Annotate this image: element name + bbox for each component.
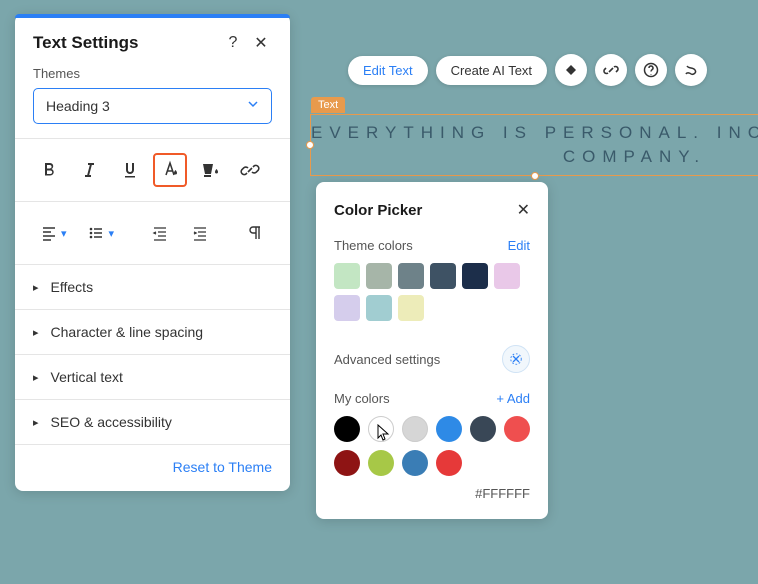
chevron-right-icon: ▸ [33,281,39,294]
underline-button[interactable] [113,153,147,187]
my-color-swatch[interactable] [402,416,428,442]
my-color-swatch[interactable] [368,450,394,476]
list-button[interactable]: ▾ [80,216,121,250]
indent-button[interactable] [183,216,217,250]
collapsible-label: Vertical text [51,369,123,385]
theme-color-swatch[interactable] [430,263,456,289]
my-color-swatch[interactable] [436,450,462,476]
theme-color-swatch[interactable] [494,263,520,289]
theme-swatches [334,263,530,321]
help-icon[interactable] [635,54,667,86]
link-icon[interactable] [595,54,627,86]
my-colors-header: My colors + Add [334,391,530,406]
chevron-down-icon: ▾ [61,227,67,240]
vertical-text-section[interactable]: ▸ Vertical text [15,355,290,399]
theme-color-swatch[interactable] [366,295,392,321]
effects-section[interactable]: ▸ Effects [15,265,290,309]
advanced-settings-row: Advanced settings [334,335,530,383]
resize-handle-bottom[interactable] [531,172,539,180]
my-color-swatch[interactable] [368,416,394,442]
chevron-right-icon: ▸ [33,371,39,384]
collapsible-label: Character & line spacing [51,324,204,340]
link-button[interactable] [233,153,267,187]
color-picker-panel: Color Picker ✕ Theme colors Edit Advance… [316,182,548,519]
collapsible-label: Effects [51,279,94,295]
resize-handle-left[interactable] [306,141,314,149]
create-ai-text-button[interactable]: Create AI Text [436,56,547,85]
theme-select[interactable]: Heading 3 [33,88,272,124]
text-direction-button[interactable] [238,216,272,250]
text-line-2: COMPANY. [311,147,758,167]
theme-color-swatch[interactable] [462,263,488,289]
my-color-swatches [334,416,530,476]
spacing-section[interactable]: ▸ Character & line spacing [15,310,290,354]
my-color-swatch[interactable] [470,416,496,442]
animation-icon[interactable] [555,54,587,86]
edit-text-button[interactable]: Edit Text [348,56,428,85]
chevron-down-icon: ▾ [108,227,114,240]
element-type-tag: Text [311,97,345,113]
picker-title: Color Picker [334,202,422,219]
my-color-swatch[interactable] [334,416,360,442]
align-button[interactable]: ▾ [33,216,74,250]
seo-section[interactable]: ▸ SEO & accessibility [15,400,290,444]
align-row: ▾ ▾ [15,202,290,264]
theme-color-swatch[interactable] [366,263,392,289]
outdent-button[interactable] [143,216,177,250]
add-color-button[interactable]: + Add [496,391,530,406]
my-color-swatch[interactable] [402,450,428,476]
reset-theme-button[interactable]: Reset to Theme [173,459,272,475]
theme-color-swatch[interactable] [398,295,424,321]
bold-button[interactable] [33,153,67,187]
advanced-label: Advanced settings [334,352,440,367]
chevron-down-icon [247,97,259,115]
close-icon[interactable]: ✕ [517,200,530,220]
hex-value: #FFFFFF [334,486,530,501]
picker-header: Color Picker ✕ [334,200,530,220]
collapsible-label: SEO & accessibility [51,414,172,430]
format-row [15,139,290,201]
highlight-button[interactable] [193,153,227,187]
italic-button[interactable] [73,153,107,187]
my-color-swatch[interactable] [436,416,462,442]
theme-selected-text: Heading 3 [46,98,110,114]
theme-color-swatch[interactable] [334,263,360,289]
text-content: EVERYTHING IS PERSONAL. INCLUD COMPANY. [311,115,758,175]
my-colors-label: My colors [334,391,390,406]
edit-theme-colors-button[interactable]: Edit [508,238,530,253]
text-color-button[interactable] [153,153,187,187]
themes-label: Themes [33,66,272,81]
chevron-right-icon: ▸ [33,326,39,339]
text-element[interactable]: Text EVERYTHING IS PERSONAL. INCLUD COMP… [310,114,758,176]
theme-color-swatch[interactable] [334,295,360,321]
theme-color-swatch[interactable] [398,263,424,289]
chevron-right-icon: ▸ [33,416,39,429]
theme-colors-header: Theme colors Edit [334,238,530,253]
help-icon[interactable]: ? [222,32,244,54]
reset-row: Reset to Theme [15,445,290,491]
advanced-settings-button[interactable] [502,345,530,373]
theme-colors-label: Theme colors [334,238,413,253]
themes-section: Themes Heading 3 [15,66,290,138]
close-icon[interactable]: ✕ [250,32,272,54]
panel-header: Text Settings ? ✕ [15,18,290,66]
my-color-swatch[interactable] [504,416,530,442]
text-line-1: EVERYTHING IS PERSONAL. INCLUD [311,123,758,142]
my-color-swatch[interactable] [334,450,360,476]
floating-toolbar: Edit Text Create AI Text [348,54,707,86]
text-settings-panel: Text Settings ? ✕ Themes Heading 3 ▾ ▾ [15,14,290,491]
panel-title: Text Settings [33,33,216,53]
more-icon[interactable] [675,54,707,86]
